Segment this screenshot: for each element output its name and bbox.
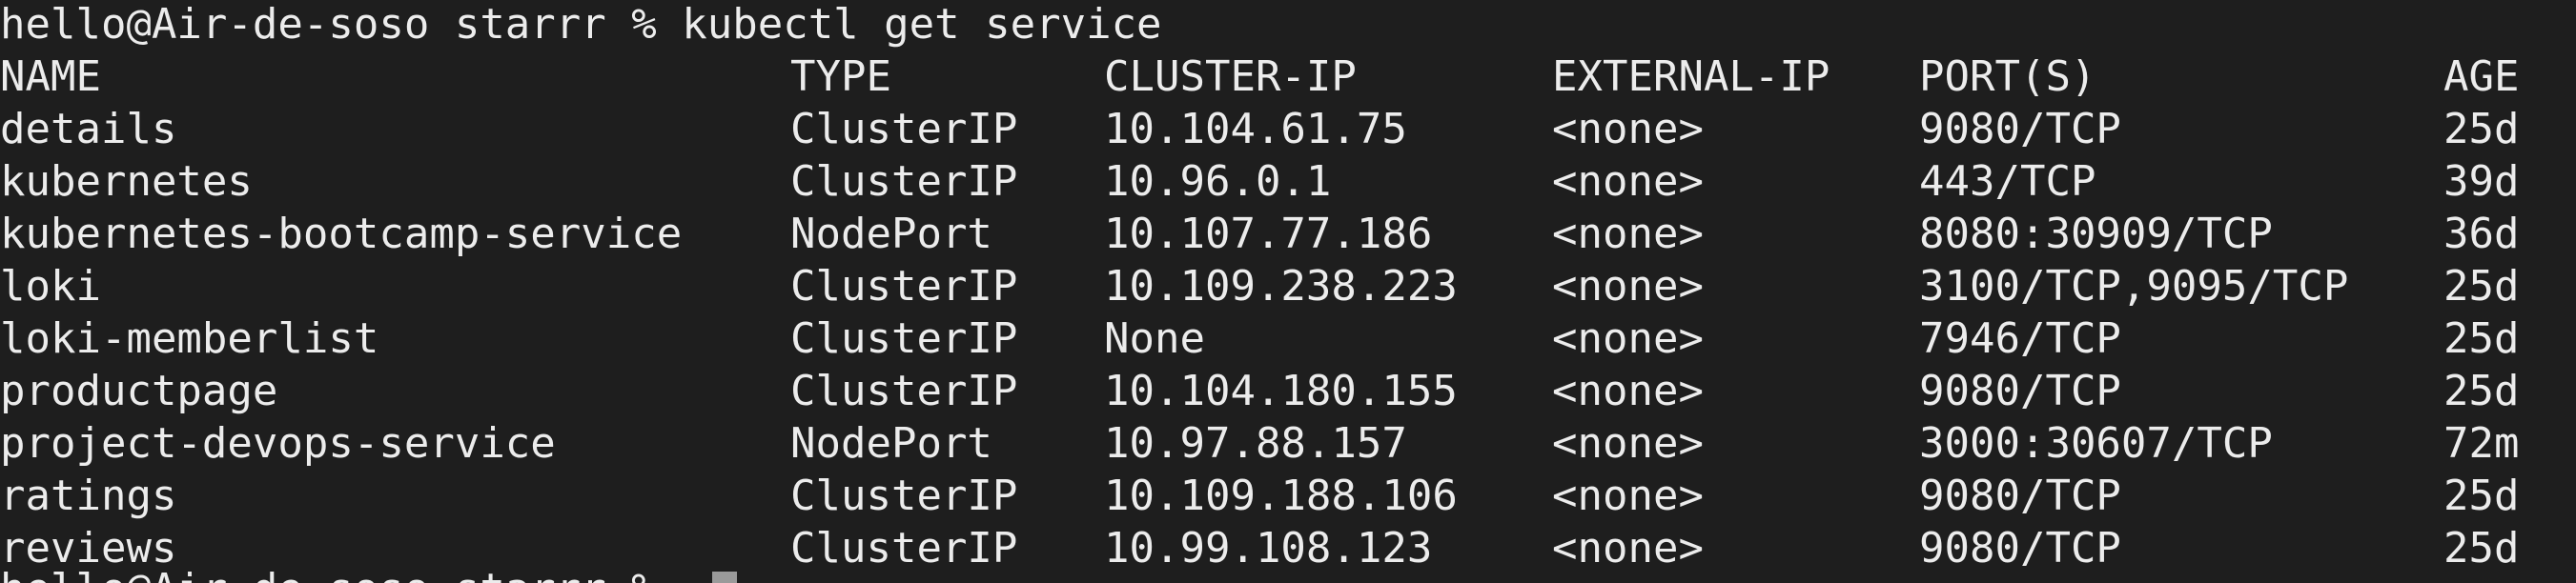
service-cluster-ip: None xyxy=(1104,314,1205,363)
service-external-ip: <none> xyxy=(1552,210,1704,258)
service-age: 25d xyxy=(2443,472,2520,520)
service-ports: 7946/TCP xyxy=(1919,314,2121,363)
service-type: ClusterIP xyxy=(790,105,1018,153)
service-external-ip: <none> xyxy=(1552,314,1704,363)
service-age: 25d xyxy=(2443,367,2520,415)
table-row: details ClusterIP 10.104.61.75 <none> 90… xyxy=(0,103,2519,155)
service-cluster-ip: 10.107.77.186 xyxy=(1104,210,1433,258)
service-ports: 9080/TCP xyxy=(1919,367,2121,415)
service-name: kubernetes-bootcamp-service xyxy=(0,210,683,258)
service-ports: 3100/TCP,9095/TCP xyxy=(1919,262,2349,311)
service-external-ip: <none> xyxy=(1552,157,1704,206)
service-ports: 9080/TCP xyxy=(1919,524,2121,573)
next-prompt-line: hello@Air-de-soso starrr % xyxy=(0,563,657,583)
service-external-ip: <none> xyxy=(1552,472,1704,520)
service-cluster-ip: 10.96.0.1 xyxy=(1104,157,1332,206)
table-row: kubernetes ClusterIP 10.96.0.1 <none> 44… xyxy=(0,155,2519,208)
service-external-ip: <none> xyxy=(1552,419,1704,468)
service-external-ip: <none> xyxy=(1552,262,1704,311)
header-cluster-ip: CLUSTER-IP xyxy=(1104,52,1357,101)
table-header: NAME TYPE CLUSTER-IP EXTERNAL-IP PORT(S)… xyxy=(0,50,2519,103)
service-ports: 9080/TCP xyxy=(1919,472,2121,520)
service-cluster-ip: 10.109.188.106 xyxy=(1104,472,1458,520)
service-cluster-ip: 10.104.61.75 xyxy=(1104,105,1407,153)
service-cluster-ip: 10.104.180.155 xyxy=(1104,367,1458,415)
table-row: ratings ClusterIP 10.109.188.106 <none> … xyxy=(0,470,2519,522)
table-row: project-devops-service NodePort 10.97.88… xyxy=(0,417,2519,470)
service-ports: 8080:30909/TCP xyxy=(1919,210,2273,258)
header-external-ip: EXTERNAL-IP xyxy=(1552,52,1830,101)
service-type: ClusterIP xyxy=(790,472,1018,520)
service-type: ClusterIP xyxy=(790,314,1018,363)
service-name: productpage xyxy=(0,367,278,415)
service-age: 25d xyxy=(2443,105,2520,153)
service-age: 25d xyxy=(2443,524,2520,573)
service-name: kubernetes xyxy=(0,157,253,206)
header-ports: PORT(S) xyxy=(1919,52,2096,101)
service-type: ClusterIP xyxy=(790,262,1018,311)
service-ports: 3000:30607/TCP xyxy=(1919,419,2273,468)
service-name: loki-memberlist xyxy=(0,314,379,363)
service-cluster-ip: 10.99.108.123 xyxy=(1104,524,1433,573)
service-type: ClusterIP xyxy=(790,524,1018,573)
service-ports: 9080/TCP xyxy=(1919,105,2121,153)
service-name: loki xyxy=(0,262,101,311)
service-age: 25d xyxy=(2443,262,2520,311)
command-line: hello@Air-de-soso starrr % kubectl get s… xyxy=(0,0,1162,49)
table-row: kubernetes-bootcamp-service NodePort 10.… xyxy=(0,208,2519,260)
service-age: 39d xyxy=(2443,157,2520,206)
service-type: ClusterIP xyxy=(790,367,1018,415)
header-type: TYPE xyxy=(790,52,891,101)
service-ports: 443/TCP xyxy=(1919,157,2096,206)
service-type: NodePort xyxy=(790,419,992,468)
table-row: productpage ClusterIP 10.104.180.155 <no… xyxy=(0,365,2519,417)
service-age: 72m xyxy=(2443,419,2520,468)
header-name: NAME xyxy=(0,52,101,101)
terminal-window[interactable]: hello@Air-de-soso starrr % kubectl get s… xyxy=(0,0,2576,583)
table-row: loki ClusterIP 10.109.238.223 <none> 310… xyxy=(0,260,2519,312)
service-age: 25d xyxy=(2443,314,2520,363)
service-type: NodePort xyxy=(790,210,992,258)
service-external-ip: <none> xyxy=(1552,367,1704,415)
table-row: loki-memberlist ClusterIP None <none> 79… xyxy=(0,312,2519,365)
service-external-ip: <none> xyxy=(1552,524,1704,573)
service-name: ratings xyxy=(0,472,177,520)
service-name: project-devops-service xyxy=(0,419,556,468)
service-cluster-ip: 10.109.238.223 xyxy=(1104,262,1458,311)
service-external-ip: <none> xyxy=(1552,105,1704,153)
service-name: details xyxy=(0,105,177,153)
service-type: ClusterIP xyxy=(790,157,1018,206)
text-cursor[interactable] xyxy=(712,572,737,583)
header-age: AGE xyxy=(2443,52,2520,101)
service-cluster-ip: 10.97.88.157 xyxy=(1104,419,1407,468)
service-age: 36d xyxy=(2443,210,2520,258)
